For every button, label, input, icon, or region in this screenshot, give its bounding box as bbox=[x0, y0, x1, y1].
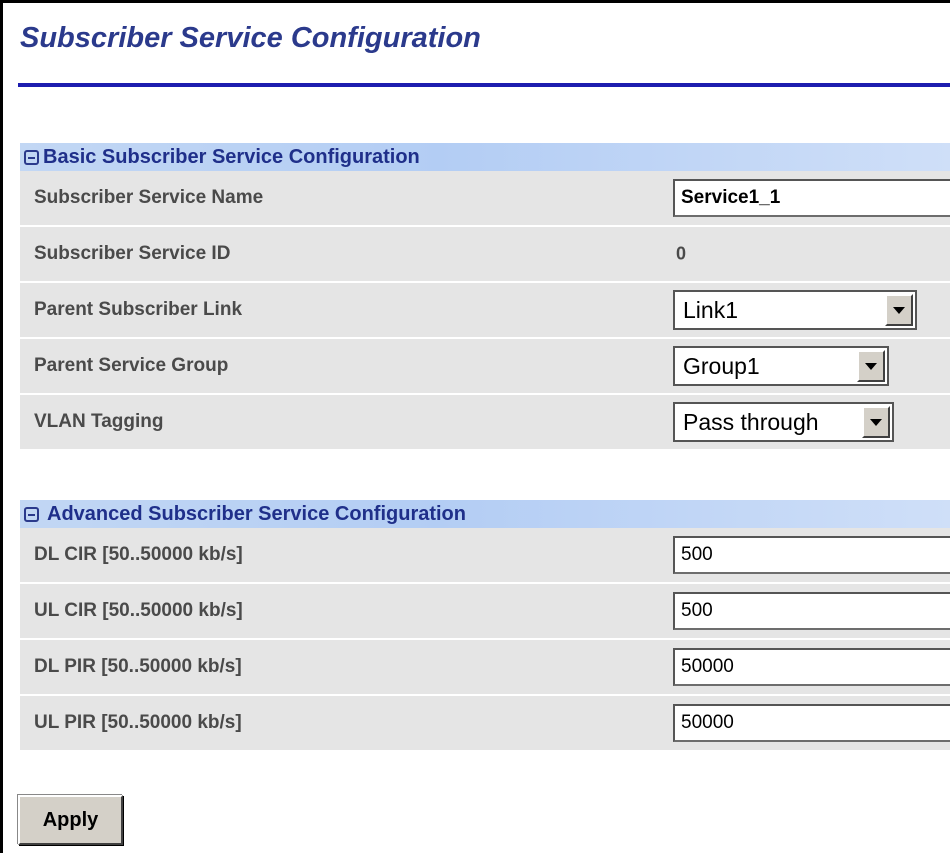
collapse-minus-icon[interactable] bbox=[24, 506, 39, 522]
service-name-label: Subscriber Service Name bbox=[34, 187, 264, 208]
dl-cir-label: DL CIR [50..50000 kb/s] bbox=[34, 544, 243, 565]
parent-group-select[interactable]: Group1 bbox=[673, 346, 889, 386]
advanced-section-header: Advanced Subscriber Service Configuratio… bbox=[20, 500, 950, 528]
parent-group-label: Parent Service Group bbox=[34, 355, 229, 376]
service-id-label: Subscriber Service ID bbox=[34, 243, 231, 264]
parent-link-select[interactable]: Link1 bbox=[673, 290, 917, 330]
dropdown-button[interactable] bbox=[862, 406, 890, 438]
ul-cir-input[interactable] bbox=[673, 592, 950, 630]
parent-link-row: Parent Subscriber Link Link1 bbox=[20, 283, 950, 339]
page-title: Subscriber Service Configuration bbox=[20, 22, 481, 54]
basic-section-title: Basic Subscriber Service Configuration bbox=[43, 146, 420, 168]
advanced-section-title: Advanced Subscriber Service Configuratio… bbox=[47, 503, 466, 525]
chevron-down-icon bbox=[870, 418, 882, 426]
vlan-tagging-row: VLAN Tagging Pass through bbox=[20, 395, 950, 451]
advanced-config-section: Advanced Subscriber Service Configuratio… bbox=[20, 500, 950, 752]
parent-group-selected: Group1 bbox=[683, 352, 760, 379]
title-divider bbox=[18, 83, 950, 87]
parent-link-label: Parent Subscriber Link bbox=[34, 299, 243, 320]
vlan-tagging-label: VLAN Tagging bbox=[34, 411, 164, 432]
parent-link-selected: Link1 bbox=[683, 296, 738, 323]
service-id-row: Subscriber Service ID 0 bbox=[20, 227, 950, 283]
dropdown-button[interactable] bbox=[885, 294, 913, 326]
chevron-down-icon bbox=[865, 362, 877, 370]
dl-cir-input[interactable] bbox=[673, 536, 950, 574]
dl-pir-label: DL PIR [50..50000 kb/s] bbox=[34, 656, 242, 677]
ul-pir-input[interactable] bbox=[673, 704, 950, 742]
ul-pir-label: UL PIR [50..50000 kb/s] bbox=[34, 712, 242, 733]
chevron-down-icon bbox=[893, 306, 905, 314]
apply-button[interactable]: Apply bbox=[18, 795, 123, 845]
parent-group-row: Parent Service Group Group1 bbox=[20, 339, 950, 395]
dropdown-button[interactable] bbox=[857, 350, 885, 382]
service-name-row: Subscriber Service Name bbox=[20, 171, 950, 227]
window-border-top bbox=[0, 0, 950, 3]
service-name-input[interactable] bbox=[673, 179, 950, 217]
basic-config-section: Basic Subscriber Service Configuration S… bbox=[20, 143, 950, 451]
service-id-value: 0 bbox=[676, 243, 687, 264]
ul-pir-row: UL PIR [50..50000 kb/s] bbox=[20, 696, 950, 752]
vlan-tagging-select[interactable]: Pass through bbox=[673, 402, 894, 442]
basic-section-header: Basic Subscriber Service Configuration bbox=[20, 143, 950, 171]
dl-pir-input[interactable] bbox=[673, 648, 950, 686]
collapse-minus-icon[interactable] bbox=[24, 149, 39, 165]
ul-cir-row: UL CIR [50..50000 kb/s] bbox=[20, 584, 950, 640]
ul-cir-label: UL CIR [50..50000 kb/s] bbox=[34, 600, 243, 621]
dl-pir-row: DL PIR [50..50000 kb/s] bbox=[20, 640, 950, 696]
vlan-tagging-selected: Pass through bbox=[683, 408, 819, 435]
window-border-left bbox=[0, 0, 3, 853]
dl-cir-row: DL CIR [50..50000 kb/s] bbox=[20, 528, 950, 584]
